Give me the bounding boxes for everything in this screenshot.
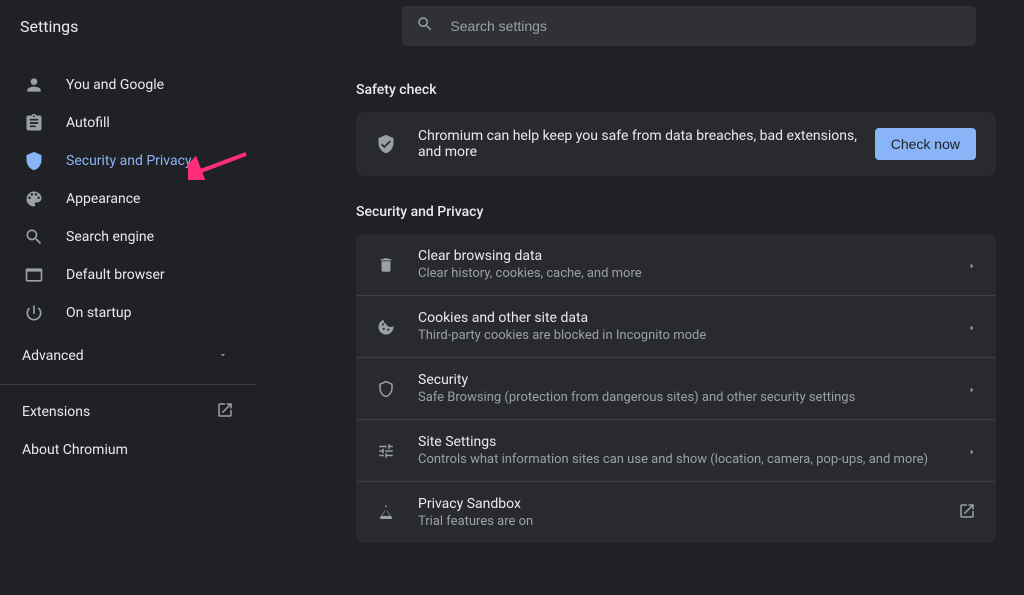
sidebar-item-label: Search engine [66, 229, 154, 245]
advanced-label: Advanced [22, 348, 84, 364]
divider [0, 384, 256, 385]
trash-icon [376, 256, 396, 274]
check-now-button[interactable]: Check now [875, 128, 976, 160]
row-title: Site Settings [418, 434, 968, 450]
row-cookies[interactable]: Cookies and other site data Third-party … [356, 296, 996, 358]
sidebar-item-extensions[interactable]: Extensions [0, 393, 256, 431]
sidebar-item-label: Security and Privacy [66, 153, 192, 169]
row-subtitle: Trial features are on [418, 514, 958, 529]
sidebar-item-you-and-google[interactable]: You and Google [0, 66, 256, 104]
sidebar-item-appearance[interactable]: Appearance [0, 180, 256, 218]
sidebar-item-about[interactable]: About Chromium [0, 431, 256, 469]
browser-icon [24, 265, 44, 285]
sidebar-item-label: Autofill [66, 115, 110, 131]
chevron-down-icon [218, 348, 228, 364]
chevron-right-icon [968, 441, 976, 460]
sidebar-item-label: Default browser [66, 267, 165, 283]
search-box[interactable] [402, 6, 976, 46]
row-title: Cookies and other site data [418, 310, 968, 326]
main-content: Safety check Chromium can help keep you … [356, 52, 1024, 595]
palette-icon [24, 189, 44, 209]
sidebar: You and Google Autofill Security and Pri… [0, 52, 256, 595]
sidebar-item-label: On startup [66, 305, 132, 321]
chevron-right-icon [968, 317, 976, 336]
safety-check-heading: Safety check [356, 82, 996, 98]
safety-check-text: Chromium can help keep you safe from dat… [418, 128, 875, 160]
search-icon [416, 15, 434, 37]
search-icon [24, 227, 44, 247]
chevron-right-icon [968, 379, 976, 398]
row-privacy-sandbox[interactable]: Privacy Sandbox Trial features are on [356, 482, 996, 543]
security-privacy-card: Clear browsing data Clear history, cooki… [356, 234, 996, 543]
safety-check-card: Chromium can help keep you safe from dat… [356, 112, 996, 176]
sidebar-item-default-browser[interactable]: Default browser [0, 256, 256, 294]
header: Settings [0, 0, 1024, 52]
sidebar-advanced-toggle[interactable]: Advanced [0, 336, 256, 376]
sidebar-item-security-privacy[interactable]: Security and Privacy [0, 142, 256, 180]
row-security[interactable]: Security Safe Browsing (protection from … [356, 358, 996, 420]
sidebar-item-search-engine[interactable]: Search engine [0, 218, 256, 256]
sidebar-item-label: Appearance [66, 191, 140, 207]
page-title: Settings [20, 17, 78, 36]
row-title: Security [418, 372, 968, 388]
row-title: Clear browsing data [418, 248, 968, 264]
extensions-label: Extensions [22, 404, 90, 420]
row-subtitle: Safe Browsing (protection from dangerous… [418, 390, 968, 405]
open-external-icon [958, 502, 976, 524]
row-title: Privacy Sandbox [418, 496, 958, 512]
cookie-icon [376, 318, 396, 336]
row-subtitle: Clear history, cookies, cache, and more [418, 266, 968, 281]
row-site-settings[interactable]: Site Settings Controls what information … [356, 420, 996, 482]
power-icon [24, 303, 44, 323]
shield-icon [24, 151, 44, 171]
security-privacy-heading: Security and Privacy [356, 204, 996, 220]
row-subtitle: Controls what information sites can use … [418, 452, 968, 467]
sidebar-item-autofill[interactable]: Autofill [0, 104, 256, 142]
sidebar-item-label: You and Google [66, 77, 164, 93]
person-icon [24, 75, 44, 95]
sidebar-item-on-startup[interactable]: On startup [0, 294, 256, 332]
row-subtitle: Third-party cookies are blocked in Incog… [418, 328, 968, 343]
clipboard-icon [24, 113, 44, 133]
row-clear-browsing-data[interactable]: Clear browsing data Clear history, cooki… [356, 234, 996, 296]
tune-icon [376, 442, 396, 460]
shield-outline-icon [376, 380, 396, 398]
open-external-icon [216, 401, 234, 423]
chevron-right-icon [968, 255, 976, 274]
shield-check-icon [376, 134, 396, 154]
flask-icon [376, 504, 396, 522]
search-input[interactable] [450, 18, 962, 34]
about-label: About Chromium [22, 442, 128, 458]
